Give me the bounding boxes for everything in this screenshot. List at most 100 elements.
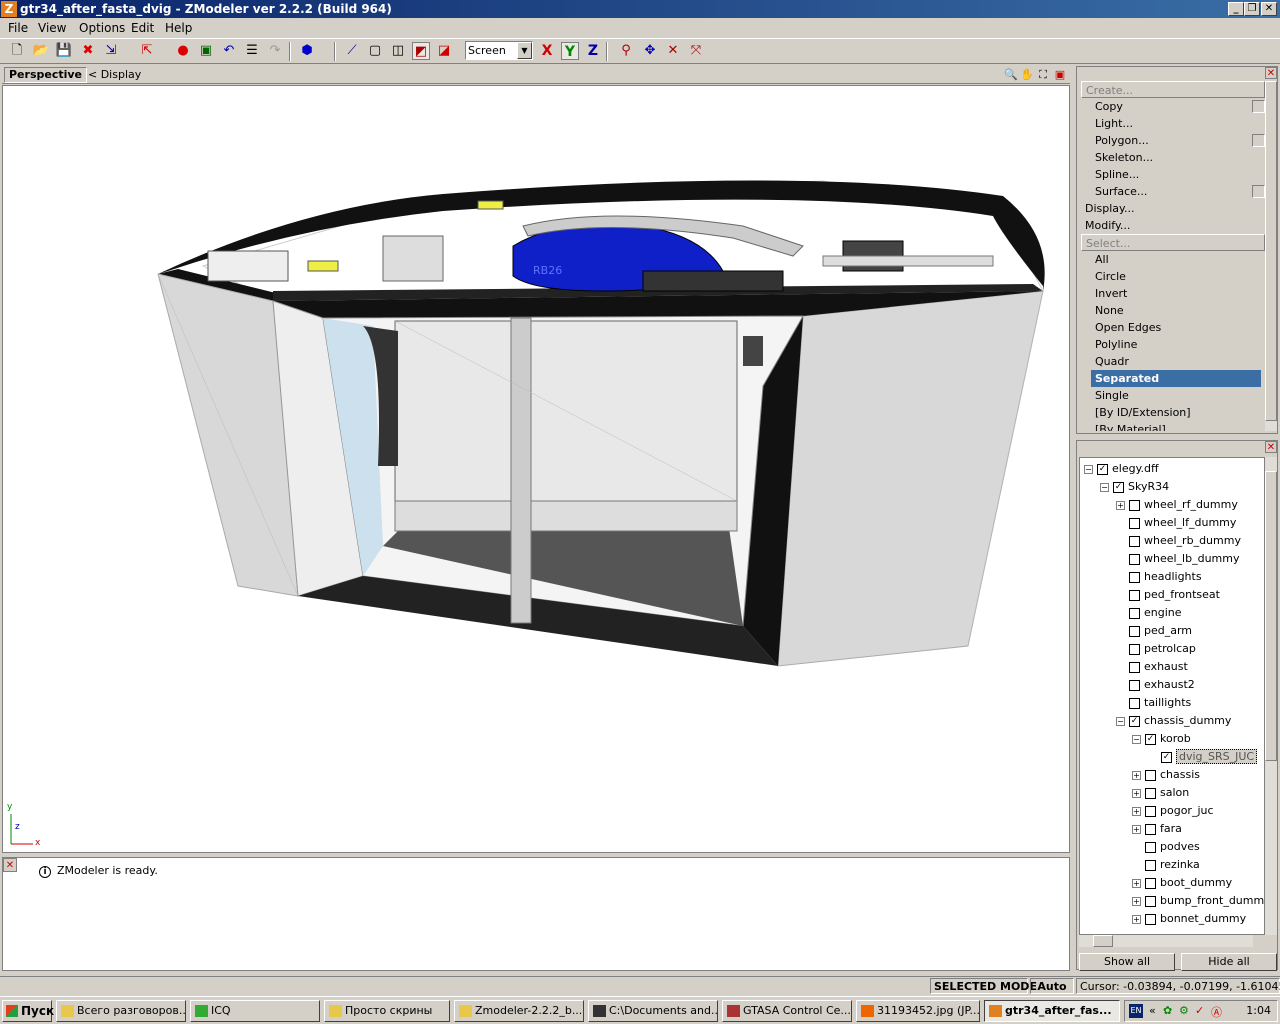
show-all-button[interactable]: Show all <box>1079 953 1175 971</box>
tree-node-label[interactable]: ped_frontseat <box>1144 588 1220 601</box>
close-icon[interactable]: ✕ <box>1265 441 1277 453</box>
tree-node[interactable]: exhaust <box>1116 658 1188 676</box>
model-render[interactable]: RB26 <box>3 86 1070 853</box>
command-header-select[interactable]: Select... <box>1081 234 1265 251</box>
tree-node-label[interactable]: pogor_juc <box>1160 804 1214 817</box>
taskbar-button[interactable]: Всего разговоров... <box>56 1000 186 1022</box>
viewport-name[interactable]: Perspective <box>4 67 88 83</box>
tree-node[interactable]: − ✓ chassis_dummy <box>1116 712 1231 730</box>
select-circle[interactable]: Circle <box>1081 268 1265 285</box>
move-icon[interactable]: ✥ <box>641 42 659 60</box>
magnet-icon[interactable]: ⚲ <box>617 42 635 60</box>
start-button[interactable]: Пуск <box>2 1000 54 1022</box>
status-auto[interactable]: Auto <box>1030 978 1074 994</box>
taskbar-button[interactable]: gtr34_after_fas... <box>984 1000 1120 1022</box>
viewport-canvas[interactable]: RB26 y z x <box>2 85 1070 853</box>
tree-node-label[interactable]: ped_arm <box>1144 624 1192 637</box>
visibility-checkbox[interactable] <box>1129 553 1140 565</box>
visibility-checkbox[interactable] <box>1129 643 1140 655</box>
notes-icon[interactable]: ☰ <box>243 42 261 60</box>
tree-node-label[interactable]: wheel_lf_dummy <box>1144 516 1236 529</box>
cube-icon[interactable]: ◫ <box>389 42 407 60</box>
command-modify[interactable]: Modify... <box>1081 217 1265 234</box>
command-skeleton[interactable]: Skeleton... <box>1081 149 1265 166</box>
command-light[interactable]: Light... <box>1081 115 1265 132</box>
tree-node[interactable]: − ✓ elegy.dff <box>1084 460 1159 478</box>
select-by-material[interactable]: [By Material] <box>1081 421 1265 431</box>
tree-node-label[interactable]: rezinka <box>1160 858 1200 871</box>
menu-file[interactable]: File <box>8 21 28 35</box>
visibility-checkbox[interactable] <box>1129 535 1140 547</box>
scrollbar-thumb[interactable] <box>1265 471 1277 761</box>
tree-node-label[interactable]: petrolcap <box>1144 642 1196 655</box>
maximize-view-icon[interactable]: ⛶ <box>1036 68 1050 82</box>
expand-icon[interactable]: + <box>1132 914 1141 924</box>
visibility-checkbox[interactable]: ✓ <box>1129 715 1140 727</box>
minimize-button[interactable]: _ <box>1228 2 1244 16</box>
select-invert[interactable]: Invert <box>1081 285 1265 302</box>
visibility-checkbox[interactable] <box>1145 787 1156 799</box>
expand-icon[interactable]: + <box>1116 500 1125 510</box>
visibility-checkbox[interactable] <box>1145 913 1156 925</box>
title-bar[interactable]: Z gtr34_after_fasta_dvig - ZModeler ver … <box>0 0 1280 18</box>
tree-node[interactable]: headlights <box>1116 568 1202 586</box>
tree-node[interactable]: + pogor_juc <box>1132 802 1214 820</box>
visibility-checkbox[interactable] <box>1129 697 1140 709</box>
vertex-mode-icon[interactable]: ⟋ <box>343 42 361 60</box>
save-icon[interactable]: 💾 <box>55 42 73 60</box>
delete-icon[interactable]: ✖ <box>79 42 97 60</box>
new-file-icon[interactable]: 🗋 <box>8 42 26 60</box>
command-options-box[interactable] <box>1252 134 1265 147</box>
visibility-checkbox[interactable] <box>1145 877 1156 889</box>
view-mode-select[interactable]: Screen ▼ <box>465 41 533 60</box>
tree-node-label[interactable]: engine <box>1144 606 1182 619</box>
tree-node[interactable]: ped_arm <box>1116 622 1192 640</box>
axis-x-button[interactable]: X <box>538 42 556 60</box>
visibility-checkbox[interactable] <box>1129 607 1140 619</box>
taskbar-button[interactable]: 31193452.jpg (JP... <box>856 1000 980 1022</box>
command-display[interactable]: Display... <box>1081 200 1265 217</box>
tree-node-label[interactable]: SkyR34 <box>1128 480 1169 493</box>
scrollbar-thumb[interactable] <box>1093 935 1113 947</box>
pan-icon[interactable]: ✋ <box>1020 68 1034 82</box>
tree-node[interactable]: petrolcap <box>1116 640 1196 658</box>
export-icon[interactable]: ⇱ <box>138 42 156 60</box>
tray-expand-icon[interactable]: « <box>1149 1004 1156 1017</box>
app-tray-icon[interactable]: Ⓐ <box>1211 1004 1222 1020</box>
chevron-down-icon[interactable]: ▼ <box>517 42 532 59</box>
select-polyline[interactable]: Polyline <box>1081 336 1265 353</box>
expand-icon[interactable]: + <box>1132 824 1141 834</box>
visibility-checkbox[interactable] <box>1129 589 1140 601</box>
visibility-checkbox[interactable] <box>1145 859 1156 871</box>
menu-options[interactable]: Options <box>79 21 125 35</box>
close-icon[interactable]: ✕ <box>3 858 17 872</box>
tree-node-label[interactable]: bump_front_dummy <box>1160 894 1264 907</box>
rotate-icon[interactable]: ✕ <box>664 42 682 60</box>
select-by-id[interactable]: [By ID/Extension] <box>1081 404 1265 421</box>
tree-node-label[interactable]: wheel_lb_dummy <box>1144 552 1240 565</box>
menu-edit[interactable]: Edit <box>131 21 154 35</box>
zoom-icon[interactable]: 🔍 <box>1004 68 1018 82</box>
tree-node[interactable]: taillights <box>1116 694 1191 712</box>
zmodeler-icon[interactable]: Z <box>1 1 17 17</box>
expand-icon[interactable]: + <box>1132 788 1141 798</box>
visibility-checkbox[interactable] <box>1145 805 1156 817</box>
box-icon[interactable]: ▢ <box>366 42 384 60</box>
import-icon[interactable]: ⇲ <box>102 42 120 60</box>
axis-y-button[interactable]: Y <box>561 42 579 60</box>
tree-node[interactable]: podves <box>1132 838 1200 856</box>
tree-node-label[interactable]: headlights <box>1144 570 1202 583</box>
tree-vertical-scrollbar[interactable] <box>1265 457 1277 935</box>
visibility-checkbox[interactable] <box>1129 499 1140 511</box>
tree-node-label[interactable]: korob <box>1160 732 1191 745</box>
tree-node-label[interactable]: boot_dummy <box>1160 876 1232 889</box>
expand-icon[interactable]: + <box>1132 806 1141 816</box>
scale-icon[interactable]: ⤧ <box>687 42 705 60</box>
command-copy[interactable]: Copy <box>1081 98 1265 115</box>
tree-node[interactable]: + bump_front_dummy <box>1132 892 1264 910</box>
tree-node[interactable]: − ✓ SkyR34 <box>1100 478 1169 496</box>
visibility-checkbox[interactable] <box>1129 679 1140 691</box>
command-polygon[interactable]: Polygon... <box>1081 132 1265 149</box>
restore-button[interactable]: ❐ <box>1244 2 1260 16</box>
tree-node[interactable]: ✓ dvig_SRS_JUC <box>1148 748 1258 766</box>
